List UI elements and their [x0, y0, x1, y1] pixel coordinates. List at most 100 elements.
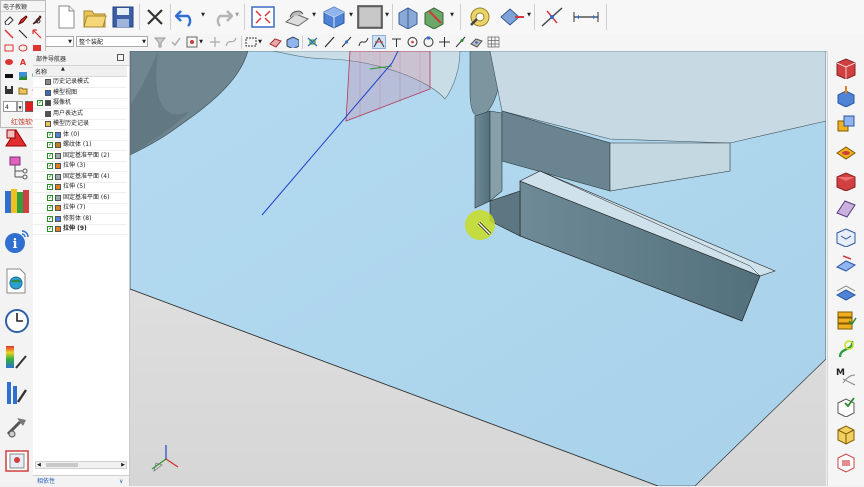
fit-view-button[interactable]: [250, 4, 276, 30]
visibility-checkbox[interactable]: ✓: [37, 100, 43, 106]
sweep-button[interactable]: [835, 337, 857, 358]
tools-button[interactable]: [466, 4, 494, 30]
hole-button[interactable]: [835, 141, 857, 161]
snap-view-dropdown[interactable]: ▼: [526, 10, 532, 20]
new-file-button[interactable]: [54, 4, 78, 30]
background-dropdown[interactable]: ▼: [384, 10, 390, 20]
add-point-button[interactable]: [208, 35, 221, 49]
resource-bar-info[interactable]: i: [4, 228, 29, 254]
navigator-row[interactable]: ✓ 螺纹体 (1): [33, 140, 127, 151]
edit-section-button[interactable]: [422, 4, 448, 30]
graphics-window[interactable]: [130, 51, 826, 486]
open-drawing-tool[interactable]: [17, 84, 29, 96]
rectangle-tool[interactable]: [3, 42, 15, 54]
navigator-row[interactable]: ✓ 摄像机: [33, 98, 127, 109]
navigator-row[interactable]: 模型视图: [33, 88, 127, 99]
shell-button[interactable]: [835, 225, 857, 248]
navigator-row[interactable]: 模型历史记录: [33, 119, 127, 130]
navigator-row[interactable]: ✓ 固定基准平面 (6): [33, 193, 127, 204]
blackboard-tool[interactable]: [3, 70, 15, 82]
visibility-checkbox[interactable]: ✓: [47, 163, 53, 169]
eraser-tool[interactable]: [3, 14, 15, 26]
orient-view-dropdown[interactable]: ▼: [348, 10, 354, 20]
snap-on-curve-button[interactable]: [453, 35, 467, 49]
pattern-button[interactable]: [835, 309, 857, 330]
resource-bar-roles[interactable]: [4, 414, 28, 440]
sketch-button[interactable]: [835, 57, 857, 80]
chamfer-button[interactable]: [835, 197, 857, 218]
snap-existing-point-button[interactable]: [437, 35, 451, 49]
resource-bar-palette[interactable]: [4, 344, 28, 370]
visibility-checkbox[interactable]: ✓: [47, 226, 53, 232]
snap-view-button[interactable]: [498, 4, 526, 30]
resource-bar-constraints[interactable]: [4, 128, 28, 154]
combine-button[interactable]: [835, 451, 857, 473]
save-button[interactable]: [111, 4, 135, 30]
delete-button[interactable]: [143, 4, 167, 30]
select-all-button[interactable]: [169, 35, 182, 49]
dependencies-panel-header[interactable]: 相依性 ∨: [33, 475, 129, 487]
snap-intersection-button[interactable]: [372, 35, 386, 49]
visibility-checkbox[interactable]: ✓: [47, 142, 53, 148]
block-button[interactable]: [835, 423, 857, 445]
box-select-button[interactable]: [244, 35, 257, 49]
background-button[interactable]: [356, 4, 384, 30]
curve-rule-button[interactable]: [224, 35, 237, 49]
resource-bar-system-scenes[interactable]: [4, 448, 29, 474]
resource-bar-reuse-library[interactable]: [4, 188, 29, 214]
select-body-button[interactable]: [285, 35, 299, 49]
snap-endpoint-button[interactable]: [305, 35, 319, 49]
wcs-dynamics-button[interactable]: [538, 4, 566, 30]
snap-point-button[interactable]: [185, 35, 198, 49]
navigator-row[interactable]: ✓ 固定基准平面 (4): [33, 172, 127, 183]
arrow-line-tool[interactable]: [17, 28, 29, 40]
check-body-button[interactable]: [835, 395, 857, 418]
visibility-checkbox[interactable]: ✓: [47, 184, 53, 190]
unite-button[interactable]: [835, 113, 857, 133]
navigator-row[interactable]: ✓ 拉伸 (9): [33, 224, 127, 235]
snap-dropdown[interactable]: ▼: [198, 37, 204, 47]
navigator-row[interactable]: 用户表达式: [33, 109, 127, 120]
visibility-checkbox[interactable]: ✓: [47, 131, 53, 138]
visibility-checkbox[interactable]: ✓: [47, 152, 53, 159]
save-drawing-tool[interactable]: [3, 84, 15, 96]
navigator-column-header[interactable]: 名称 ▲: [33, 66, 127, 77]
navigator-row[interactable]: 历史记录模式: [33, 77, 127, 88]
visibility-checkbox[interactable]: ✓: [47, 215, 53, 222]
assembly-scope-select[interactable]: 整个装配 ▼: [76, 36, 148, 47]
visibility-checkbox[interactable]: ✓: [47, 173, 53, 180]
draft-button[interactable]: [835, 253, 857, 273]
snap-on-face-button[interactable]: [469, 35, 483, 49]
line-width-dropdown[interactable]: ▼: [17, 101, 23, 112]
resource-bar-process-studio[interactable]: [4, 380, 28, 406]
open-file-button[interactable]: [82, 4, 108, 30]
redo-dropdown[interactable]: ▼: [234, 10, 240, 20]
navigator-horizontal-scrollbar[interactable]: ◀ ▶: [35, 461, 127, 469]
screenshot-tool[interactable]: [17, 70, 29, 82]
extrude-button[interactable]: [835, 85, 857, 108]
navigator-row[interactable]: ✓ 固定基准平面 (2): [33, 151, 127, 162]
navigator-row[interactable]: ✓ 体 (0): [33, 130, 127, 141]
orient-view-button[interactable]: [320, 4, 348, 30]
line-width-input[interactable]: 4: [3, 101, 17, 112]
box-select-dropdown[interactable]: ▼: [257, 37, 263, 47]
text-tool[interactable]: A: [17, 56, 29, 68]
filled-ellipse-tool[interactable]: [3, 56, 15, 68]
snap-line-button[interactable]: [322, 35, 336, 49]
visibility-checkbox[interactable]: ✓: [47, 194, 53, 201]
snap-control-button[interactable]: [356, 35, 370, 49]
measure-distance-button[interactable]: [571, 4, 601, 30]
undo-button[interactable]: [174, 4, 200, 30]
pen-tool[interactable]: [17, 14, 29, 26]
visibility-checkbox[interactable]: ✓: [47, 205, 53, 211]
type-filter-select[interactable]: ▼: [44, 36, 74, 47]
scroll-thumb[interactable]: [46, 463, 78, 467]
filter-button[interactable]: [153, 35, 166, 49]
resource-bar-web-browser[interactable]: [4, 268, 28, 294]
section-view-button[interactable]: [396, 4, 422, 30]
render-style-button[interactable]: [283, 4, 311, 30]
navigator-row[interactable]: ✓ 拉伸 (7): [33, 203, 127, 214]
line-tool[interactable]: [3, 28, 15, 40]
arrow-tool[interactable]: [31, 28, 43, 40]
snap-perpendicular-button[interactable]: [389, 35, 403, 49]
